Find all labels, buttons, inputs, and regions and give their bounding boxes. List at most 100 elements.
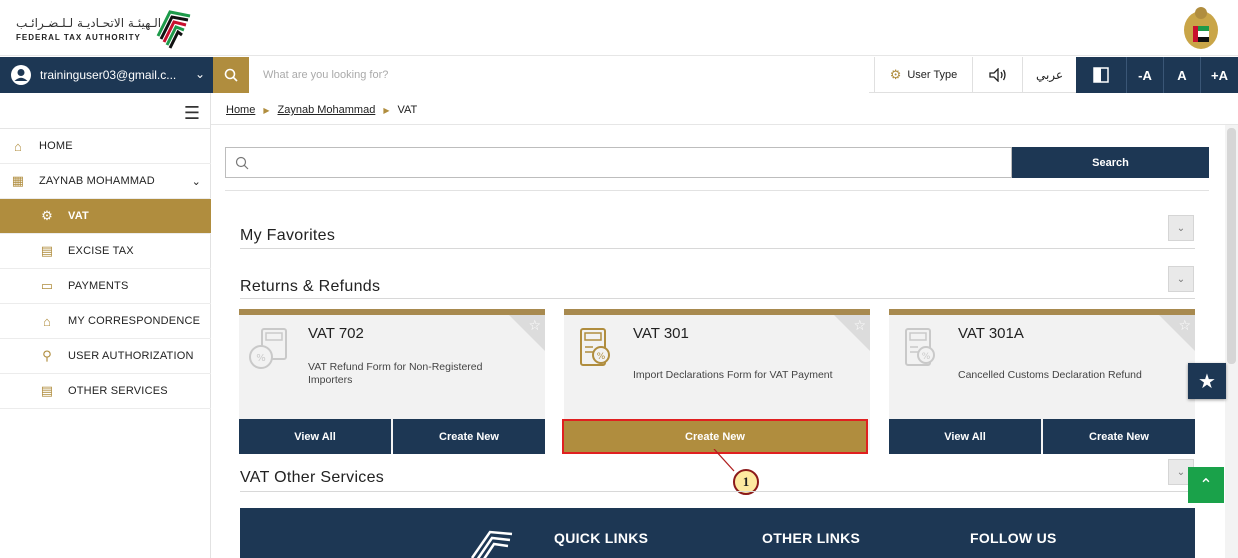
sidebar-item-other-services[interactable]: ▤ OTHER SERVICES xyxy=(0,374,211,409)
logo-english-text: FEDERAL TAX AUTHORITY xyxy=(16,33,141,42)
breadcrumb-home-link[interactable]: Home xyxy=(226,104,255,116)
sidebar-item-label: USER AUTHORIZATION xyxy=(68,350,194,362)
create-new-button[interactable]: Create New xyxy=(393,419,545,454)
site-footer: QUICK LINKS OTHER LINKS FOLLOW US xyxy=(240,508,1195,558)
favorites-float-button[interactable]: ★ xyxy=(1188,363,1226,399)
fta-logo-mark-icon xyxy=(156,10,191,49)
sidebar: ☰ ⌂ HOME ▦ ZAYNAB MOHAMMAD ⌄ ⚙ VAT ▤ EXC… xyxy=(0,93,211,558)
text-to-speech-button[interactable] xyxy=(972,57,1022,93)
sidebar-item-user-authorization[interactable]: ⚲ USER AUTHORIZATION xyxy=(0,339,211,374)
user-email: traininguser03@gmail.c... xyxy=(40,68,177,82)
svg-text:%: % xyxy=(597,352,606,362)
sidebar-item-vat[interactable]: ⚙ VAT xyxy=(0,199,211,234)
top-search-button[interactable] xyxy=(213,57,249,93)
view-all-button[interactable]: View All xyxy=(239,419,391,454)
sidebar-item-label: ZAYNAB MOHAMMAD xyxy=(39,175,155,187)
grid-icon: ▦ xyxy=(11,173,25,188)
chevron-down-icon: ⌄ xyxy=(1176,466,1186,478)
section-title-returns: Returns & Refunds xyxy=(240,278,381,295)
breadcrumb: Home ▶ Zaynab Mohammad ▶ VAT xyxy=(226,104,417,116)
site-header: الـهيئـة الاتحـاديـة لـلـضـرائـب FEDERAL… xyxy=(0,0,1238,56)
main-search-input[interactable] xyxy=(225,147,1012,178)
card-vat-301a: ☆ % VAT 301A Cancelled Customs Declarati… xyxy=(889,309,1195,454)
breadcrumb-divider xyxy=(211,124,1238,125)
contrast-icon xyxy=(1093,67,1109,83)
excise-icon: ▤ xyxy=(40,243,54,258)
search-icon xyxy=(235,156,249,170)
footer-other-links: OTHER LINKS xyxy=(762,530,861,546)
breadcrumb-arrow-icon: ▶ xyxy=(383,105,390,115)
font-normal-button[interactable]: A xyxy=(1163,57,1200,93)
user-type-label: User Type xyxy=(907,69,958,81)
gear-icon: ⚙ xyxy=(889,67,902,82)
sidebar-item-label: PAYMENTS xyxy=(68,280,129,292)
uae-emblem-icon xyxy=(1184,7,1218,49)
card-title: VAT 301A xyxy=(958,325,1024,342)
sidebar-item-label: MY CORRESPONDENCE xyxy=(68,315,201,327)
user-avatar-icon xyxy=(11,65,31,85)
home-icon: ⌂ xyxy=(13,138,23,154)
user-type-button[interactable]: ⚙ User Type xyxy=(874,57,972,93)
card-description: Import Declarations Form for VAT Payment xyxy=(633,369,833,381)
footer-follow-us: FOLLOW US xyxy=(970,530,1057,546)
section-divider xyxy=(240,298,1195,299)
view-all-button[interactable]: View All xyxy=(889,419,1041,454)
chevron-down-icon: ⌄ xyxy=(1176,222,1186,234)
chevron-down-icon: ⌄ xyxy=(191,175,201,188)
card-vat-702: ☆ % VAT 702 VAT Refund Form for Non-Regi… xyxy=(239,309,545,454)
vat-icon: ⚙ xyxy=(41,208,53,223)
document-icon: ▤ xyxy=(40,383,54,398)
sidebar-item-label: OTHER SERVICES xyxy=(68,385,168,397)
sidebar-item-correspondence[interactable]: ⌂ MY CORRESPONDENCE xyxy=(0,304,211,339)
footer-logo-icon xyxy=(470,530,513,558)
user-key-icon: ⚲ xyxy=(42,348,52,363)
top-search-input[interactable] xyxy=(249,57,869,93)
favorites-collapse-button[interactable]: ⌄ xyxy=(1168,215,1194,241)
chevron-down-icon: ⌄ xyxy=(194,67,205,81)
language-switch[interactable]: عربي xyxy=(1022,57,1076,93)
speaker-icon xyxy=(988,68,1006,82)
section-divider xyxy=(240,248,1195,249)
import-declaration-icon: % xyxy=(580,328,610,366)
search-icon xyxy=(224,68,238,82)
card-vat-301: ☆ % VAT 301 Import Declarations Form for… xyxy=(562,309,870,454)
chevron-down-icon: ⌄ xyxy=(1176,273,1186,285)
section-title-favorites: My Favorites xyxy=(240,227,336,244)
section-title-other-services: VAT Other Services xyxy=(240,469,385,486)
returns-collapse-button[interactable]: ⌄ xyxy=(1168,266,1194,292)
top-navbar: traininguser03@gmail.c... ⌄ ⚙ User Type … xyxy=(0,57,1238,93)
logo-arabic-text: الـهيئـة الاتحـاديـة لـلـضـرائـب xyxy=(16,16,162,30)
sidebar-item-excise-tax[interactable]: ▤ EXCISE TAX xyxy=(0,234,211,269)
search-divider xyxy=(225,190,1209,191)
favorite-star-icon[interactable]: ☆ xyxy=(1178,317,1191,334)
sidebar-item-label: VAT xyxy=(68,210,89,222)
breadcrumb-arrow-icon: ▶ xyxy=(263,105,270,115)
card-title: VAT 702 xyxy=(308,325,364,342)
font-increase-button[interactable]: +A xyxy=(1200,57,1238,93)
sidebar-item-label: EXCISE TAX xyxy=(68,245,134,257)
svg-text:%: % xyxy=(256,353,266,364)
card-description: VAT Refund Form for Non-Registered Impor… xyxy=(308,361,483,386)
favorite-star-icon[interactable]: ☆ xyxy=(853,317,866,334)
scrollbar-thumb[interactable] xyxy=(1227,128,1236,364)
footer-quick-links: QUICK LINKS xyxy=(554,530,649,546)
card-icon: ▭ xyxy=(40,278,54,293)
card-description: Cancelled Customs Declaration Refund xyxy=(958,369,1142,381)
sidebar-item-home[interactable]: ⌂ HOME xyxy=(0,129,211,164)
scroll-to-top-button[interactable]: ⌃ xyxy=(1188,467,1224,503)
favorite-star-icon[interactable]: ☆ xyxy=(528,317,541,334)
sidebar-item-payments[interactable]: ▭ PAYMENTS xyxy=(0,269,211,304)
refund-form-icon: % xyxy=(249,328,287,369)
user-account-menu[interactable]: traininguser03@gmail.c... ⌄ xyxy=(0,57,213,93)
svg-text:%: % xyxy=(922,352,931,362)
main-search-button[interactable]: Search xyxy=(1012,147,1209,178)
star-icon: ★ xyxy=(1198,370,1216,393)
sidebar-item-account[interactable]: ▦ ZAYNAB MOHAMMAD ⌄ xyxy=(0,164,211,199)
bank-icon: ⌂ xyxy=(42,313,52,329)
font-decrease-button[interactable]: -A xyxy=(1126,57,1163,93)
breadcrumb-user-link[interactable]: Zaynab Mohammad xyxy=(278,104,376,116)
create-new-button[interactable]: Create New xyxy=(1043,419,1195,454)
contrast-toggle-button[interactable] xyxy=(1076,57,1126,93)
fta-logo[interactable]: الـهيئـة الاتحـاديـة لـلـضـرائـب FEDERAL… xyxy=(12,6,202,50)
hamburger-menu-icon[interactable]: ☰ xyxy=(184,103,200,124)
